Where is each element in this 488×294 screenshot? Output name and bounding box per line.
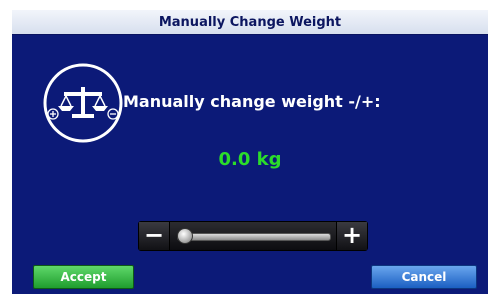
weight-prompt-label: Manually change weight -/+: bbox=[123, 92, 381, 111]
slider-track[interactable] bbox=[177, 233, 331, 241]
minus-circle-icon bbox=[107, 108, 119, 120]
balance-scale-icon bbox=[43, 63, 123, 143]
change-weight-dialog: Manually Change Weight Manually change w… bbox=[12, 10, 488, 294]
plus-circle-icon bbox=[47, 108, 59, 120]
cancel-button[interactable]: Cancel bbox=[371, 265, 477, 289]
increase-weight-button[interactable]: + bbox=[336, 222, 367, 250]
weight-slider[interactable]: − + bbox=[138, 221, 368, 251]
dialog-title: Manually Change Weight bbox=[12, 10, 488, 35]
slider-thumb[interactable] bbox=[177, 228, 193, 244]
accept-button[interactable]: Accept bbox=[33, 265, 134, 289]
weight-value: 0.0 kg bbox=[218, 149, 282, 170]
decrease-weight-button[interactable]: − bbox=[139, 222, 170, 250]
